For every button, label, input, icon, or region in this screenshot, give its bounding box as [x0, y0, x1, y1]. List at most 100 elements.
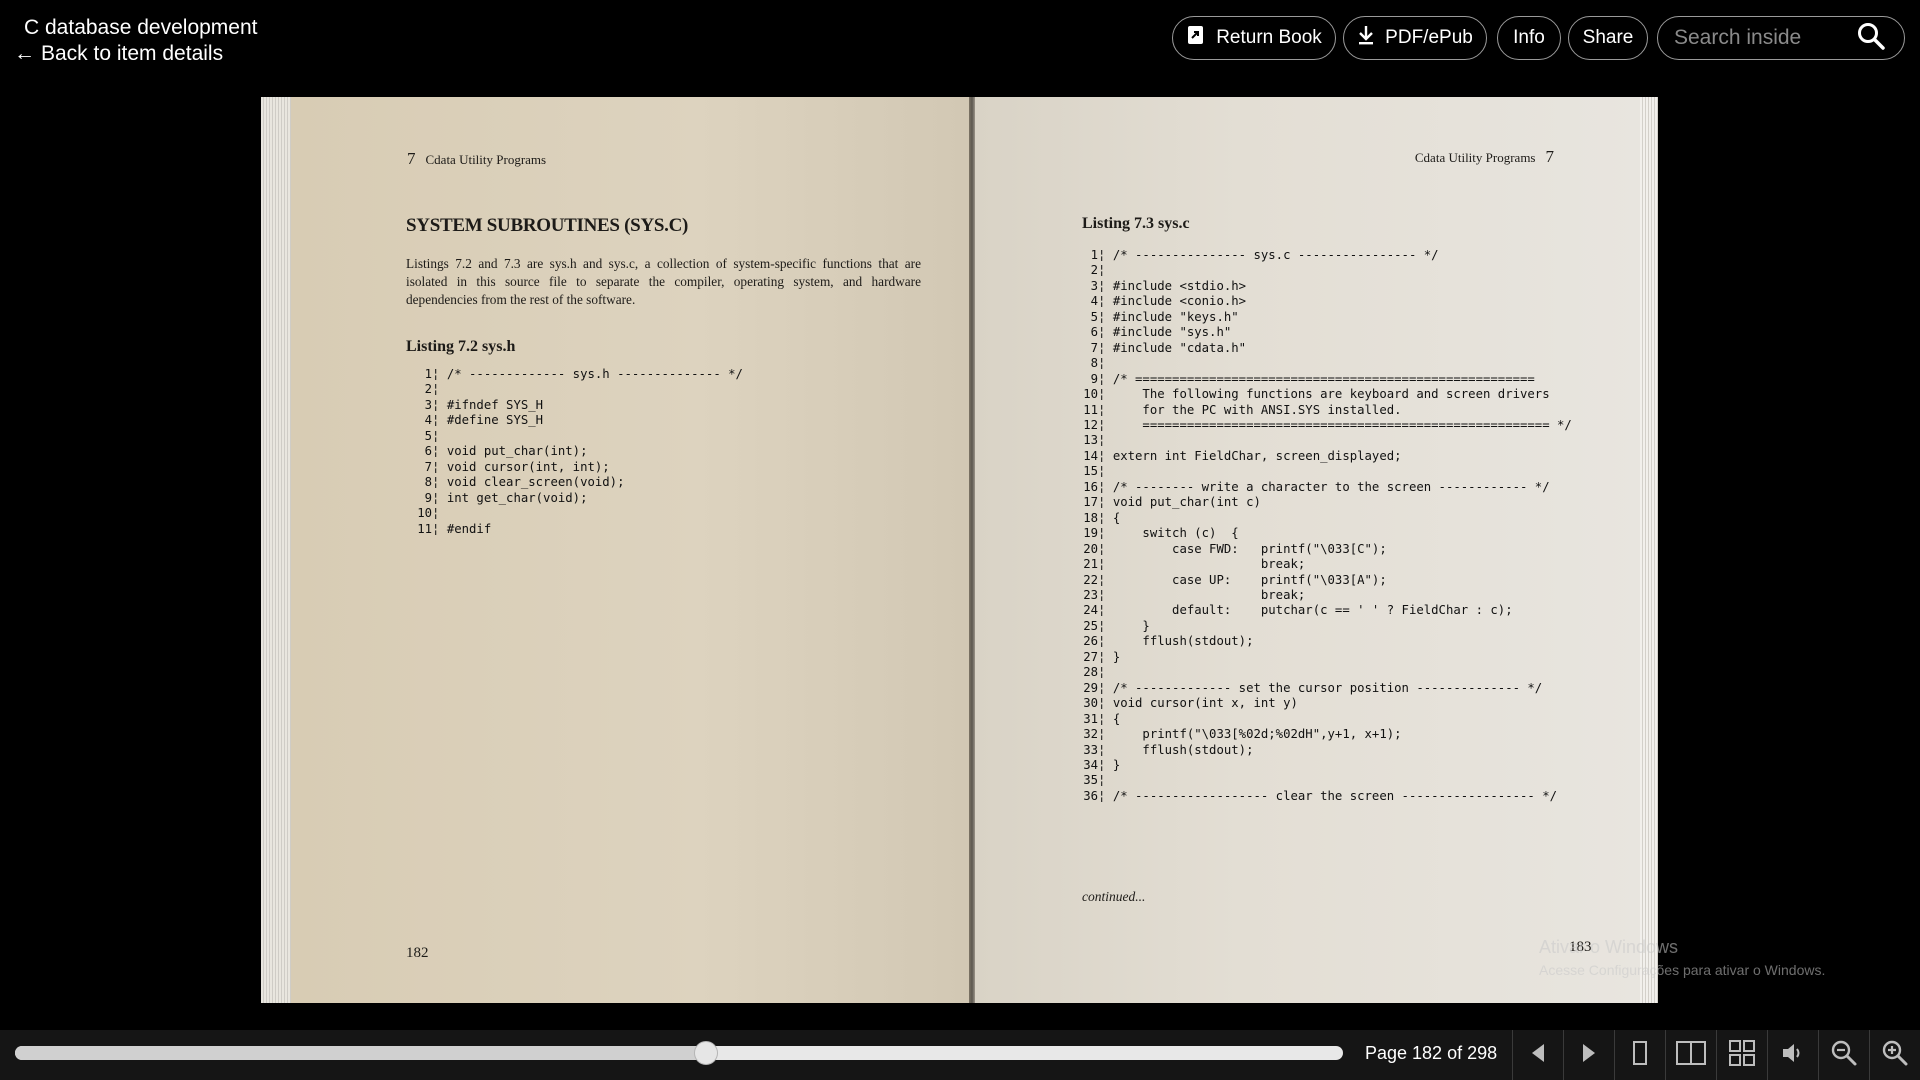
- code-line: 5¦ #include "keys.h": [1078, 310, 1572, 325]
- slider-handle[interactable]: [693, 1041, 718, 1065]
- slider-progress: [15, 1046, 706, 1060]
- code-line: 25¦ }: [1078, 619, 1572, 634]
- code-text: /* -------- write a character to the scr…: [1112, 479, 1550, 494]
- code-line: 2¦: [1078, 263, 1572, 278]
- line-number: 10: [1083, 387, 1098, 402]
- code-line: 36¦ /* ------------------ clear the scre…: [1078, 789, 1572, 804]
- code-text: /* --------------- sys.c ---------------…: [1112, 248, 1439, 262]
- code-line: 24¦ default: putchar(c == ' ' ? FieldCha…: [1078, 603, 1572, 618]
- code-line: 15¦: [1078, 464, 1572, 479]
- return-book-label: Return Book: [1216, 27, 1322, 48]
- line-number: 30: [1083, 696, 1098, 711]
- back-to-item-details-link[interactable]: ← Back to item details: [14, 42, 223, 66]
- read-aloud-icon: [1780, 1041, 1806, 1070]
- line-number: 22: [1083, 572, 1098, 587]
- code-line: 17¦ void put_char(int c): [1078, 495, 1572, 510]
- line-number: 4: [1090, 294, 1098, 309]
- code-line: 6¦ void put_char(int);: [412, 444, 743, 459]
- code-text: #include <stdio.h>: [1112, 278, 1247, 293]
- search-inside-box: [1657, 16, 1905, 60]
- line-number: 14: [1083, 448, 1098, 463]
- listing-title: Listing 7.2 sys.h: [406, 338, 516, 355]
- line-number: 2: [424, 382, 432, 397]
- code-text: fflush(stdout);: [1112, 634, 1254, 649]
- two-page-view-button[interactable]: [1666, 1030, 1716, 1080]
- page-slider[interactable]: [15, 1041, 1343, 1065]
- left-page[interactable]: 7 Cdata Utility Programs SYSTEM SUBROUTIN…: [291, 97, 969, 1003]
- book-spread: 7 Cdata Utility Programs SYSTEM SUBROUTIN…: [261, 97, 1658, 1003]
- line-number: 31: [1083, 711, 1098, 726]
- code-listing: 1¦ /* ------------- sys.h --------------…: [412, 367, 743, 537]
- code-line: 35¦: [1078, 773, 1572, 788]
- two-page-view-icon: [1675, 1040, 1707, 1071]
- zoom-in-button[interactable]: [1870, 1030, 1920, 1080]
- info-button[interactable]: Info: [1497, 16, 1561, 60]
- code-line: 34¦ }: [1078, 758, 1572, 773]
- download-icon: [1357, 24, 1375, 52]
- line-number: 3: [424, 397, 432, 412]
- section-heading: SYSTEM SUBROUTINES (SYS.C): [406, 215, 689, 236]
- code-line: 31¦ {: [1078, 712, 1572, 727]
- code-text: {: [1112, 510, 1121, 525]
- line-number: 3: [1090, 278, 1098, 293]
- code-line: 5¦: [412, 429, 743, 444]
- share-button[interactable]: Share: [1568, 16, 1648, 60]
- line-number: 6: [1090, 325, 1098, 340]
- code-line: 1¦ /* ------------- sys.h --------------…: [412, 367, 743, 382]
- code-line: 26¦ fflush(stdout);: [1078, 634, 1572, 649]
- listing-title: Listing 7.3 sys.c: [1082, 215, 1190, 232]
- code-line: 3¦ #include <stdio.h>: [1078, 279, 1572, 294]
- line-number: 7: [1090, 340, 1098, 355]
- pdf-epub-button[interactable]: PDF/ePub: [1343, 16, 1487, 60]
- page-indicator: Page 182 of 298: [1365, 1043, 1498, 1063]
- line-number: 18: [1083, 510, 1098, 525]
- line-number: 26: [1083, 634, 1098, 649]
- line-number: 8: [1090, 356, 1098, 371]
- code-line: 12¦ ====================================…: [1078, 418, 1572, 433]
- line-number: 16: [1083, 479, 1098, 494]
- code-line: 4¦ #define SYS_H: [412, 413, 743, 428]
- code-text: #include "keys.h": [1112, 309, 1239, 324]
- line-number: 23: [1083, 587, 1098, 602]
- code-line: 2¦: [412, 382, 743, 397]
- line-number: 32: [1083, 727, 1098, 742]
- code-line: 6¦ #include "sys.h": [1078, 325, 1572, 340]
- return-book-icon: [1186, 24, 1206, 52]
- code-text: switch (c) {: [1112, 526, 1239, 541]
- next-page-button[interactable]: [1564, 1030, 1614, 1080]
- code-text: case FWD: printf("\033[C");: [1112, 541, 1387, 556]
- code-text: case UP: printf("\033[A");: [1112, 572, 1387, 587]
- previous-page-button[interactable]: [1513, 1030, 1563, 1080]
- read-aloud-button[interactable]: [1768, 1030, 1818, 1080]
- code-text: void put_char(int c): [1112, 495, 1261, 510]
- one-page-view-icon: [1631, 1040, 1649, 1071]
- code-text: void cursor(int, int);: [446, 459, 610, 474]
- code-text: fflush(stdout);: [1112, 742, 1254, 757]
- line-number: 35: [1083, 773, 1098, 788]
- line-number: 17: [1083, 495, 1098, 510]
- line-number: 9: [1090, 371, 1098, 386]
- line-number: 33: [1083, 742, 1098, 757]
- search-icon[interactable]: [1856, 21, 1886, 56]
- code-text: #include "sys.h": [1112, 325, 1232, 340]
- line-number: 12: [1083, 417, 1098, 432]
- code-text: /* =====================================…: [1112, 371, 1535, 386]
- line-number: 11: [417, 521, 432, 536]
- code-line: 28¦: [1078, 665, 1572, 680]
- one-page-view-button[interactable]: [1615, 1030, 1665, 1080]
- code-text: ========================================…: [1112, 417, 1572, 432]
- code-text: int get_char(void);: [446, 490, 588, 505]
- return-book-button[interactable]: Return Book: [1172, 16, 1336, 60]
- zoom-out-button[interactable]: [1819, 1030, 1869, 1080]
- zoom-in-icon: [1881, 1039, 1909, 1072]
- search-inside-input[interactable]: [1672, 25, 1856, 51]
- right-page[interactable]: Cdata Utility Programs 7 Listing 7.3 sys.…: [975, 97, 1640, 1003]
- thumbnail-view-button[interactable]: [1717, 1030, 1767, 1080]
- code-line: 20¦ case FWD: printf("\033[C");: [1078, 542, 1572, 557]
- code-line: 4¦ #include <conio.h>: [1078, 294, 1572, 309]
- code-line: 14¦ extern int FieldChar, screen_display…: [1078, 449, 1572, 464]
- body-paragraph: Listings 7.2 and 7.3 are sys.h and sys.c…: [406, 256, 921, 307]
- activation-watermark-title: Ativar o Windows: [1539, 937, 1679, 957]
- page-edges-left: [261, 97, 291, 1003]
- code-text: break;: [1112, 587, 1306, 602]
